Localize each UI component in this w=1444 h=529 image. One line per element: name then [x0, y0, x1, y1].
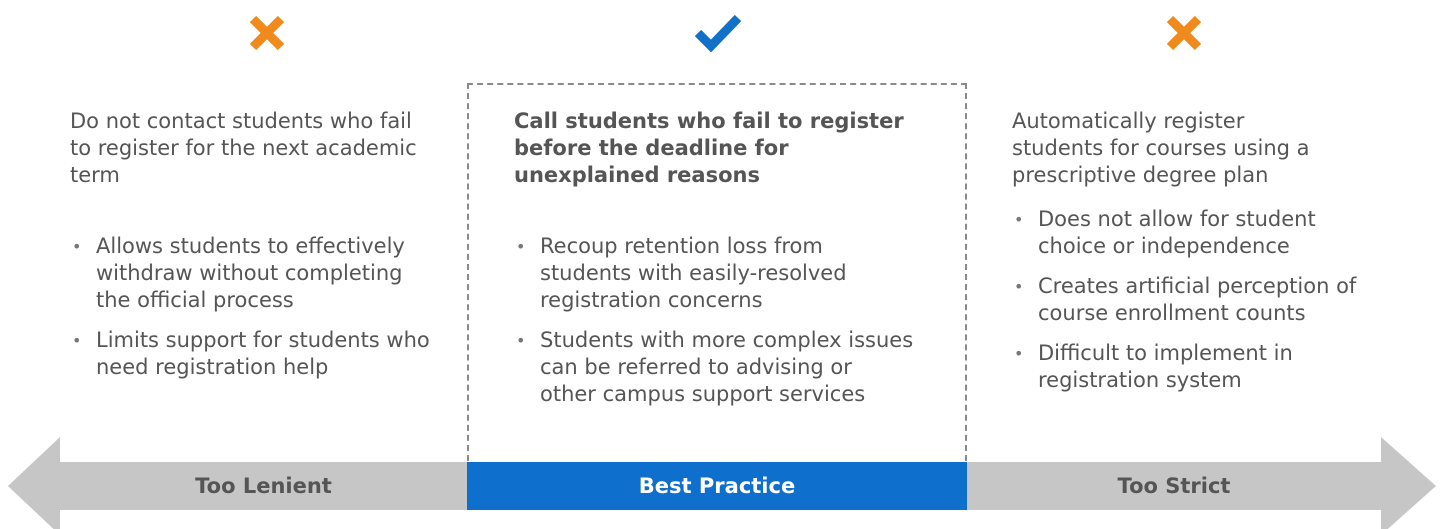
too-lenient-label: Too Lenient	[195, 474, 332, 498]
list-item: Creates artificial perception of course …	[1012, 273, 1372, 327]
best-practice-label: Best Practice	[638, 474, 796, 498]
cross-icon	[1165, 15, 1203, 51]
too-strict-label: Too Strict	[1117, 474, 1231, 498]
list-item: Difficult to implement in registration s…	[1012, 340, 1372, 394]
list-item: Allows students to effectively withdraw …	[70, 233, 440, 314]
column-3-bullets: Does not allow for student choice or ind…	[1012, 206, 1372, 407]
arrow-right-head	[1381, 437, 1436, 529]
list-item: Does not allow for student choice or ind…	[1012, 206, 1372, 260]
column-3-heading: Automatically register students for cour…	[1012, 109, 1310, 187]
list-item: Students with more complex issues can be…	[514, 327, 914, 408]
column-2-bullets: Recoup retention loss from students with…	[514, 233, 914, 421]
column-1-heading: Do not contact students who fail to regi…	[70, 109, 417, 187]
arrow-left-head	[8, 437, 60, 529]
list-item: Limits support for students who need reg…	[70, 327, 440, 381]
list-item: Recoup retention loss from students with…	[514, 233, 914, 314]
column-2-heading: Call students who fail to register befor…	[514, 109, 904, 187]
check-icon	[693, 12, 743, 52]
column-1-bullets: Allows students to effectively withdraw …	[70, 233, 440, 394]
cross-icon	[248, 15, 286, 51]
